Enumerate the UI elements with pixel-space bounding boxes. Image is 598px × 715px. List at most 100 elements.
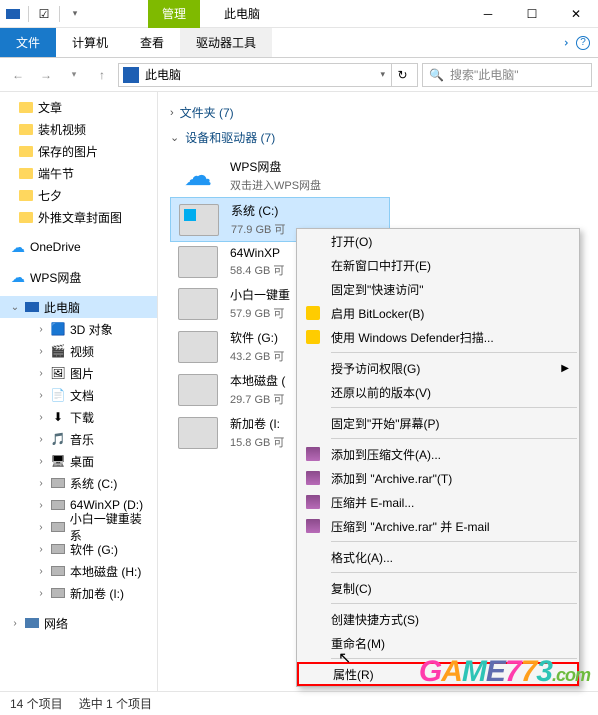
forward-button[interactable]: →	[34, 63, 58, 87]
minimize-button[interactable]: ─	[466, 0, 510, 28]
help-icon[interactable]: ?	[576, 36, 590, 50]
properties-icon[interactable]: ☑	[35, 5, 53, 23]
folder-icon	[18, 143, 34, 159]
sidebar-item-onedrive[interactable]: ☁ OneDrive	[0, 236, 157, 258]
sidebar-item-thispc[interactable]: ⌄ 此电脑	[0, 296, 157, 318]
chevron-right-icon[interactable]: ›	[36, 544, 46, 555]
navbar: ← → ▾ ↑ 此电脑 ▾ ↻ 🔍 搜索"此电脑"	[0, 58, 598, 92]
sidebar-item[interactable]: ›🟦3D 对象	[0, 318, 157, 340]
qat-dropdown-icon[interactable]: ▾	[66, 5, 84, 23]
menu-item[interactable]: 使用 Windows Defender扫描...	[297, 325, 579, 349]
chevron-right-icon[interactable]: ›	[36, 390, 46, 401]
ribbon-tab-drive-tools[interactable]: 驱动器工具	[180, 28, 272, 57]
chevron-right-icon[interactable]: ›	[36, 346, 46, 357]
chevron-right-icon[interactable]: ›	[36, 456, 46, 467]
sidebar-item-label: 视频	[70, 343, 94, 360]
sidebar-item[interactable]: 七夕	[0, 184, 157, 206]
menu-item[interactable]: 压缩到 "Archive.rar" 并 E-mail	[297, 514, 579, 538]
sidebar-item[interactable]: ›系统 (C:)	[0, 472, 157, 494]
archive-icon	[305, 470, 321, 486]
menu-item[interactable]: 添加到 "Archive.rar"(T)	[297, 466, 579, 490]
cloud-icon: ☁	[10, 269, 26, 285]
chevron-down-icon[interactable]: ⌄	[10, 302, 20, 313]
menu-item[interactable]: 打开(O)	[297, 229, 579, 253]
chevron-right-icon[interactable]: ›	[36, 500, 46, 511]
sidebar-item[interactable]: ›🖼图片	[0, 362, 157, 384]
close-button[interactable]: ✕	[554, 0, 598, 28]
menu-item[interactable]: 压缩并 E-mail...	[297, 490, 579, 514]
menu-item[interactable]: 启用 BitLocker(B)	[297, 301, 579, 325]
folder-icon	[18, 121, 34, 137]
sidebar-item-label: 图片	[70, 365, 94, 382]
maximize-button[interactable]: ☐	[510, 0, 554, 28]
address-bar[interactable]: 此电脑 ▾ ↻	[118, 63, 418, 87]
sidebar-item-label: 小白一键重装系	[70, 510, 153, 544]
menu-item[interactable]: 复制(C)	[297, 576, 579, 600]
chevron-right-icon[interactable]: ›	[36, 588, 46, 599]
quick-access-toolbar: ☑ ▾	[0, 5, 88, 23]
sidebar-item[interactable]: ›⬇下载	[0, 406, 157, 428]
menu-item[interactable]: 固定到"开始"屏幕(P)	[297, 411, 579, 435]
shield-icon	[305, 305, 321, 321]
sidebar-item[interactable]: 保存的图片	[0, 140, 157, 162]
menu-item[interactable]: 重命名(M)	[297, 631, 579, 655]
group-header-folders[interactable]: › 文件夹 (7)	[162, 100, 594, 125]
up-button[interactable]: ↑	[90, 63, 114, 87]
back-button[interactable]: ←	[6, 63, 30, 87]
sidebar-item-label: 此电脑	[44, 299, 80, 316]
statusbar: 14 个项目 选中 1 个项目	[0, 691, 598, 715]
sidebar-item-network[interactable]: › 网络	[0, 612, 157, 634]
ribbon-expand-icon[interactable]: ⌃	[556, 37, 570, 47]
drive-item-wps[interactable]: ☁ WPS网盘 双击进入WPS网盘	[170, 154, 390, 197]
sidebar-item[interactable]: 外推文章封面图	[0, 206, 157, 228]
sidebar-item[interactable]: 端午节	[0, 162, 157, 184]
chevron-right-icon[interactable]: ›	[36, 478, 46, 489]
sidebar-item-label: 网络	[44, 615, 68, 632]
ribbon-tab-computer[interactable]: 计算机	[56, 28, 124, 57]
chevron-right-icon[interactable]: ›	[36, 412, 46, 423]
titlebar: ☑ ▾ 管理 此电脑 ─ ☐ ✕	[0, 0, 598, 28]
group-label: 设备和驱动器 (7)	[185, 129, 275, 146]
sidebar-item[interactable]: 装机视频	[0, 118, 157, 140]
menu-item-label: 添加到 "Archive.rar"(T)	[331, 470, 452, 487]
sidebar-item[interactable]: ›🎵音乐	[0, 428, 157, 450]
menu-item[interactable]: 还原以前的版本(V)	[297, 380, 579, 404]
sidebar-item-label: 装机视频	[38, 121, 86, 138]
sidebar-item[interactable]: › 本地磁盘 (H:)	[0, 560, 157, 582]
search-box[interactable]: 🔍 搜索"此电脑"	[422, 63, 592, 87]
sidebar-item[interactable]: ›🖥桌面	[0, 450, 157, 472]
sidebar-item[interactable]: ›🎬视频	[0, 340, 157, 362]
sidebar-item[interactable]: › 新加卷 (I:)	[0, 582, 157, 604]
menu-item[interactable]: 属性(R)	[297, 662, 579, 686]
menu-item[interactable]: 在新窗口中打开(E)	[297, 253, 579, 277]
menu-item[interactable]: 格式化(A)...	[297, 545, 579, 569]
sidebar-item-wps[interactable]: ☁ WPS网盘	[0, 266, 157, 288]
sidebar-item-label: 本地磁盘 (H:)	[70, 563, 141, 580]
search-placeholder: 搜索"此电脑"	[450, 66, 519, 83]
refresh-button[interactable]: ↻	[391, 64, 413, 86]
chevron-right-icon[interactable]: ›	[36, 324, 46, 335]
menu-separator	[331, 438, 577, 439]
sidebar-item[interactable]: 文章	[0, 96, 157, 118]
chevron-right-icon[interactable]: ›	[36, 522, 46, 533]
recent-dropdown[interactable]: ▾	[62, 63, 86, 87]
menu-item[interactable]: 固定到"快速访问"	[297, 277, 579, 301]
chevron-right-icon[interactable]: ›	[36, 434, 46, 445]
address-dropdown-icon[interactable]: ▾	[380, 69, 385, 80]
group-header-devices[interactable]: ⌄ 设备和驱动器 (7)	[162, 125, 594, 150]
menu-item[interactable]: 授予访问权限(G)▶	[297, 356, 579, 380]
drive-icon	[50, 541, 66, 557]
ribbon-tab-file[interactable]: 文件	[0, 28, 56, 57]
contextual-tab-manage[interactable]: 管理	[148, 0, 200, 28]
chevron-right-icon[interactable]: ›	[36, 368, 46, 379]
sidebar-item-label: 新加卷 (I:)	[70, 585, 124, 602]
chevron-right-icon[interactable]: ›	[36, 566, 46, 577]
sidebar-item[interactable]: ›📄文档	[0, 384, 157, 406]
sidebar-item[interactable]: ›小白一键重装系	[0, 516, 157, 538]
ribbon-tab-view[interactable]: 查看	[124, 28, 180, 57]
menu-item[interactable]: 添加到压缩文件(A)...	[297, 442, 579, 466]
menu-item[interactable]: 创建快捷方式(S)	[297, 607, 579, 631]
chevron-right-icon[interactable]: ›	[10, 618, 20, 629]
network-icon	[24, 615, 40, 631]
menu-item-label: 启用 BitLocker(B)	[331, 305, 424, 322]
